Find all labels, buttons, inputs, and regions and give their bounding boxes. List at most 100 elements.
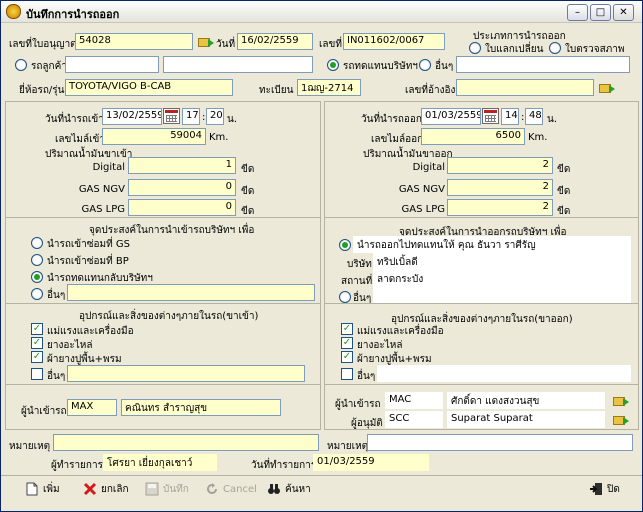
binoculars-icon xyxy=(267,482,281,496)
out-equip-check-other[interactable] xyxy=(341,368,353,380)
date-input[interactable]: 16/02/2559 xyxy=(237,33,313,50)
out-equip-check-mat[interactable]: ✓ xyxy=(341,351,353,363)
exit-door-icon xyxy=(589,482,603,496)
maximize-button[interactable]: □ xyxy=(590,4,611,21)
customer-code-input[interactable] xyxy=(65,56,159,73)
undo-icon xyxy=(205,482,219,496)
out-purpose-replace-input[interactable]: นำรถออกไปทดแทนให้ คุณ ธันวา ราศีรัญ xyxy=(353,236,631,253)
in-time-unit: น. xyxy=(227,114,238,125)
divider xyxy=(6,303,320,304)
out-company-input[interactable]: ทริปเบิ้ลดี xyxy=(373,253,631,270)
time-colon: : xyxy=(202,112,206,123)
search-button[interactable]: ค้นหา xyxy=(267,482,311,502)
car-type-radio-other[interactable] xyxy=(419,59,431,71)
ref-input[interactable] xyxy=(456,79,594,96)
out-purpose-radio-replace[interactable] xyxy=(339,239,351,251)
out-equip-other-input[interactable] xyxy=(377,365,631,382)
exit-type-radio-exchange[interactable] xyxy=(469,42,481,54)
minimize-button[interactable]: – xyxy=(567,4,588,21)
lookup-folder-icon[interactable] xyxy=(198,36,214,48)
red-x-icon xyxy=(83,482,97,496)
in-calendar-icon[interactable] xyxy=(163,108,180,124)
in-equip-check-other[interactable] xyxy=(31,368,43,380)
in-minute-input[interactable]: 20 xyxy=(206,108,224,125)
in-fuel-lpg-input[interactable]: 0 xyxy=(128,199,236,216)
op-date-value: 01/03/2559 xyxy=(313,454,429,471)
plate-label: ทะเบียน xyxy=(259,85,294,96)
out-fuel-digital-unit: ขีด xyxy=(557,164,571,175)
in-mileage-input[interactable]: 59004 xyxy=(102,128,206,145)
in-purpose-other-input[interactable] xyxy=(67,284,315,301)
in-purpose-radio-other[interactable] xyxy=(31,288,43,300)
car-type-radio-customer[interactable] xyxy=(15,59,27,71)
in-purpose-radio-bp[interactable] xyxy=(31,254,43,266)
out-purpose-other-input[interactable] xyxy=(373,287,631,304)
out-place-input[interactable]: ลาดกระบัง xyxy=(373,270,631,287)
out-calendar-icon[interactable] xyxy=(482,108,499,124)
divider xyxy=(325,303,638,304)
in-mileage-unit: Km. xyxy=(209,132,229,143)
exit-type-inspection-label: ใบตรวจสภาพ xyxy=(565,44,625,55)
out-approver-lookup-folder-icon[interactable] xyxy=(613,414,629,426)
in-fuel-ngv-input[interactable]: 0 xyxy=(128,179,236,196)
in-person-code-input[interactable]: MAX xyxy=(67,399,117,416)
out-date-input[interactable]: 01/03/2559 xyxy=(421,108,481,125)
in-fuel-ngv-unit: ขีด xyxy=(241,186,255,197)
customer-name-input[interactable] xyxy=(163,56,313,73)
new-document-icon xyxy=(25,482,39,496)
close-window-button[interactable]: ✕ xyxy=(613,4,634,21)
out-fuel-label: ปริมาณน้ำมันขาออก xyxy=(363,149,453,160)
in-hour-input[interactable]: 17 xyxy=(182,108,200,125)
doc-no-input[interactable]: IN011602/0067 xyxy=(343,33,445,50)
exit-type-radio-inspection[interactable] xyxy=(549,42,561,54)
remark-left-input[interactable] xyxy=(53,434,319,451)
out-approver-code-input[interactable]: SCC xyxy=(385,411,443,428)
out-fuel-digital-input[interactable]: 2 xyxy=(447,157,553,174)
save-button-label: บันทึก xyxy=(163,484,189,495)
in-person-name-input[interactable]: คณินทร สำราญสุข xyxy=(121,399,281,416)
out-hour-input[interactable]: 14 xyxy=(501,108,519,125)
out-fuel-lpg-input[interactable]: 2 xyxy=(447,199,553,216)
exit-button-label: ปิด xyxy=(607,484,620,495)
out-fuel-ngv-input[interactable]: 2 xyxy=(447,179,553,196)
remark-right-input[interactable] xyxy=(367,434,633,451)
save-button[interactable]: บันทึก xyxy=(145,482,189,502)
exit-button[interactable]: ปิด xyxy=(589,482,620,502)
in-fuel-digital-input[interactable]: 1 xyxy=(128,157,236,174)
in-equip-check-spare[interactable]: ✓ xyxy=(31,337,43,349)
operator-value: โศรยา เยี่ยงกุลเชาว์ xyxy=(103,454,217,471)
app-icon xyxy=(6,4,21,19)
license-input[interactable]: 54028 xyxy=(75,33,193,50)
car-type-other-input[interactable] xyxy=(456,56,630,73)
out-purpose-radio-other[interactable] xyxy=(339,291,351,303)
add-button[interactable]: เพิ่ม xyxy=(25,482,60,502)
car-type-radio-replacement[interactable] xyxy=(327,59,339,71)
in-equip-check-jack[interactable]: ✓ xyxy=(31,323,43,335)
car-type-replacement-label: รถทดแทนบริษัทฯ xyxy=(343,61,418,72)
cancel-doc-button[interactable]: ยกเลิก xyxy=(83,482,129,502)
cancel-button[interactable]: Cancel xyxy=(205,482,257,502)
in-equip-other-input[interactable] xyxy=(67,365,305,382)
in-time-label: วันที่นำรถเข้า xyxy=(45,114,104,125)
in-purpose-radio-return[interactable] xyxy=(31,271,43,283)
out-minute-input[interactable]: 48 xyxy=(525,108,543,125)
ref-lookup-folder-icon[interactable] xyxy=(599,82,615,94)
out-person-name-input[interactable]: ศักดิ์ดา แดงสงวนสุข xyxy=(447,392,605,409)
in-equip-jack-label: แม่แรงและเครื่องมือ xyxy=(47,326,134,337)
out-equip-check-jack[interactable]: ✓ xyxy=(341,323,353,335)
in-date-input[interactable]: 13/02/2559 xyxy=(102,108,162,125)
out-equip-check-spare[interactable]: ✓ xyxy=(341,337,353,349)
out-person-lookup-folder-icon[interactable] xyxy=(613,395,629,407)
out-place-label: สถานที่ xyxy=(341,276,373,287)
plate-input[interactable]: 1ฌญ-2714 xyxy=(297,79,361,96)
out-person-label: ผู้นำเข้ารถ xyxy=(335,399,381,410)
in-equip-check-mat[interactable]: ✓ xyxy=(31,351,43,363)
out-person-code-input[interactable]: MAC xyxy=(385,392,443,409)
out-approver-name-input[interactable]: Suparat Suparat xyxy=(447,411,605,428)
in-purpose-other-label: อื่นๆ xyxy=(47,290,66,301)
in-purpose-radio-gs[interactable] xyxy=(31,237,43,249)
cancel-button-label: Cancel xyxy=(223,484,257,495)
in-fuel-label: ปริมาณน้ำมันขาเข้า xyxy=(45,149,133,160)
brand-input[interactable]: TOYOTA/VIGO B-CAB xyxy=(65,79,233,96)
out-mileage-input[interactable]: 6500 xyxy=(421,128,525,145)
